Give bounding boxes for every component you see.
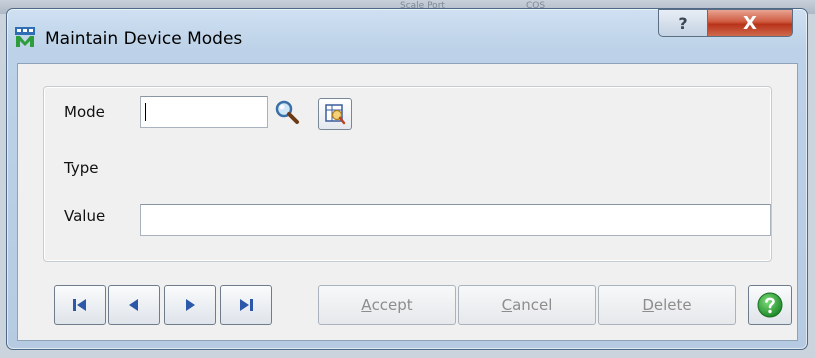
help-icon xyxy=(757,292,783,318)
delete-hotkey: D xyxy=(642,296,654,314)
question-icon: ? xyxy=(678,13,688,33)
close-button[interactable]: X xyxy=(707,9,793,37)
window-title: Maintain Device Modes xyxy=(45,29,243,49)
next-record-button[interactable] xyxy=(164,285,216,325)
accept-button[interactable]: Accept xyxy=(318,285,456,325)
value-label: Value xyxy=(64,207,106,225)
first-record-button[interactable] xyxy=(54,285,106,325)
fields-panel: Mode Type Value xyxy=(43,86,772,262)
cancel-hotkey: C xyxy=(501,296,513,314)
inquiry-button[interactable] xyxy=(318,98,352,130)
title-bar[interactable]: Maintain Device Modes ? X xyxy=(7,9,807,63)
magnifier-icon[interactable] xyxy=(274,99,300,125)
next-record-icon xyxy=(186,299,195,311)
value-input[interactable] xyxy=(140,204,771,236)
mode-input[interactable] xyxy=(140,96,268,128)
last-record-icon xyxy=(240,299,253,311)
dialog-body: Mode Type Value A ccept C ancel D elete xyxy=(17,63,798,341)
last-record-button[interactable] xyxy=(220,285,272,325)
help-title-button[interactable]: ? xyxy=(658,9,708,37)
cancel-button[interactable]: Cancel xyxy=(458,285,596,325)
accept-label: ccept xyxy=(371,296,413,314)
first-record-icon xyxy=(73,299,86,311)
close-icon: X xyxy=(743,12,757,34)
previous-record-button[interactable] xyxy=(108,285,160,325)
delete-button[interactable]: Delete xyxy=(598,285,736,325)
mode-label: Mode xyxy=(64,103,105,121)
cancel-label: ancel xyxy=(512,296,553,314)
inquiry-grid-icon xyxy=(325,104,346,125)
text-cursor xyxy=(145,103,146,121)
type-label: Type xyxy=(64,159,99,177)
delete-label: elete xyxy=(653,296,692,314)
dialog-window: Maintain Device Modes ? X Mode Type Valu… xyxy=(6,8,808,350)
previous-record-icon xyxy=(129,299,138,311)
help-button[interactable] xyxy=(748,285,792,325)
app-icon xyxy=(15,27,35,47)
accept-hotkey: A xyxy=(361,296,372,314)
